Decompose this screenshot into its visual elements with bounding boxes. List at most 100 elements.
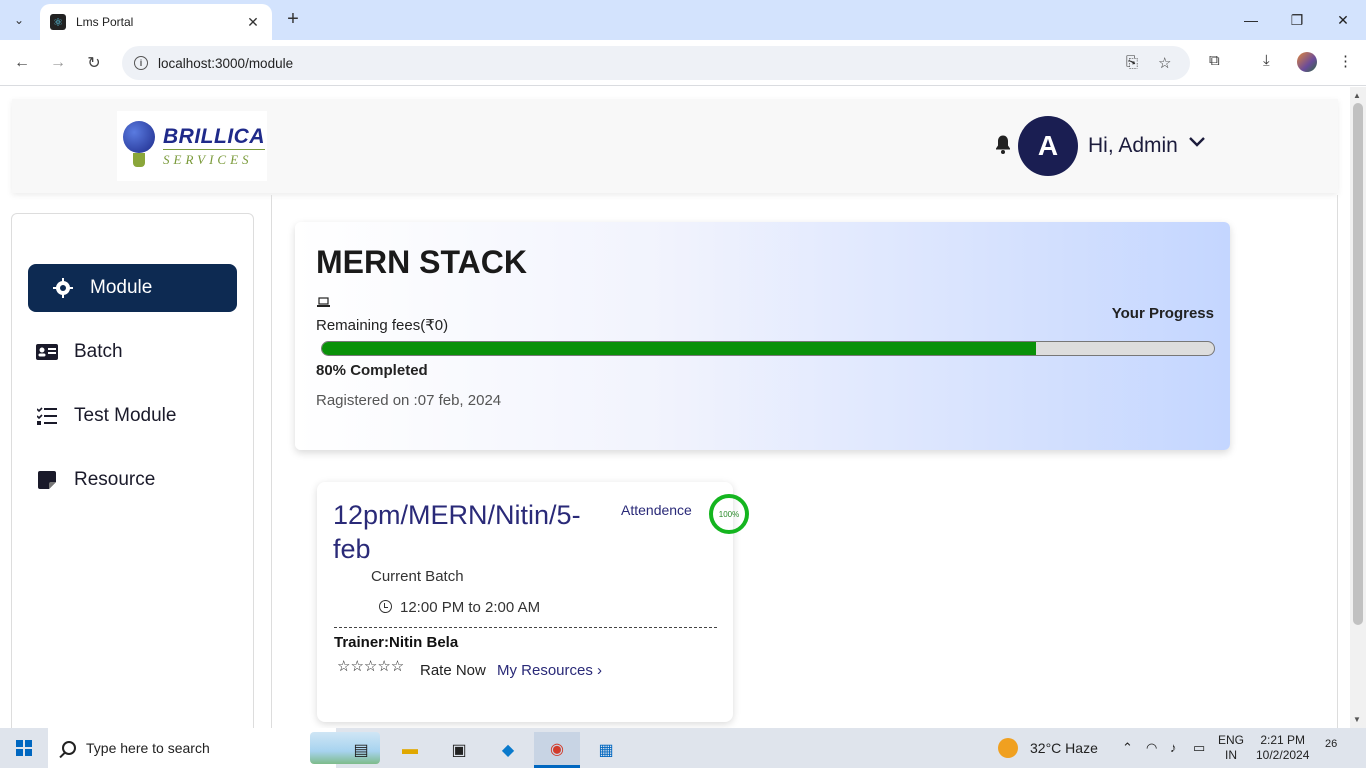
chevron-right-icon: › (597, 662, 603, 679)
site-info-icon[interactable]: i (134, 56, 148, 70)
checklist-icon (36, 405, 58, 427)
completed-percent: 80% Completed (316, 362, 428, 379)
tab-close-icon[interactable]: ✕ (244, 14, 262, 31)
dashed-divider (334, 627, 717, 628)
battery-icon[interactable]: ▭ (1193, 740, 1205, 756)
scroll-down-arrow-icon[interactable]: ▼ (1353, 715, 1361, 724)
app-header: BRILLICA SERVICES A Hi, Admin (12, 99, 1338, 193)
progress-label: Your Progress (1111, 305, 1214, 322)
note-icon (36, 469, 58, 491)
sidebar-item-module[interactable]: Module (28, 264, 237, 312)
taskbar-search[interactable]: Type here to search (48, 728, 380, 768)
logo-text-services: SERVICES (163, 148, 265, 168)
language-indicator[interactable]: ENG IN (1218, 733, 1244, 763)
clock-date: 10/2/2024 (1256, 748, 1310, 762)
clock-icon (379, 600, 392, 613)
search-icon (62, 741, 76, 755)
chevron-down-icon[interactable] (1188, 135, 1206, 153)
app-viewport: BRILLICA SERVICES A Hi, Admin Module Bat… (0, 87, 1350, 728)
notification-count: 26 (1325, 738, 1338, 750)
scrollbar-thumb[interactable] (1353, 103, 1363, 625)
sidebar-item-label: Batch (74, 341, 123, 362)
file-explorer-icon[interactable]: ▬ (387, 732, 433, 768)
browser-profile-avatar[interactable] (1297, 52, 1317, 72)
content-divider (1337, 195, 1338, 728)
my-resources-label: My Resources (497, 662, 593, 679)
sidebar-item-label: Resource (74, 469, 156, 490)
url-text: localhost:3000/module (158, 55, 294, 71)
notification-bell-icon[interactable] (994, 135, 1012, 160)
extensions-icon[interactable]: ⧉ (1209, 52, 1220, 69)
sidebar-item-label: Module (90, 277, 153, 298)
vscode-icon[interactable]: ◆ (485, 732, 531, 768)
gear-icon (52, 277, 74, 299)
task-view-icon[interactable]: ▤ (338, 732, 384, 768)
globe-bulb-icon (123, 121, 157, 171)
tab-title: Lms Portal (76, 15, 134, 29)
remaining-fees: Remaining fees(₹0) (316, 317, 449, 334)
browser-menu-icon[interactable]: ⋮ (1338, 52, 1353, 70)
attendance-label: Attendence (621, 502, 692, 518)
user-avatar[interactable]: A (1018, 116, 1078, 176)
batch-card[interactable]: 12pm/MERN/Nitin/5-feb Attendence 100% Cu… (317, 482, 749, 722)
language-code: ENG (1218, 733, 1245, 747)
microsoft-store-icon[interactable]: ▦ (583, 732, 629, 768)
scroll-up-arrow-icon[interactable]: ▲ (1353, 91, 1361, 100)
weather-icon[interactable] (998, 738, 1018, 758)
rate-now-link[interactable]: Rate Now (420, 662, 486, 679)
restore-button[interactable]: ❐ (1274, 0, 1320, 40)
batch-name: 12pm/MERN/Nitin/5-feb (333, 500, 581, 564)
sidebar-item-resource[interactable]: Resource (28, 456, 237, 504)
tab-search-dropdown-icon[interactable]: ⌄ (6, 8, 32, 32)
sidebar-item-batch[interactable]: Batch (28, 328, 237, 376)
clock-time: 2:21 PM (1260, 733, 1306, 747)
reload-button[interactable]: ↻ (81, 50, 107, 76)
trainer-name: Trainer:Nitin Bela (334, 634, 459, 651)
registered-date: Ragistered on :07 feb, 2024 (316, 392, 502, 409)
wifi-icon[interactable]: ◠ (1146, 740, 1157, 756)
browser-tab[interactable]: ⚛ Lms Portal ✕ (40, 4, 272, 40)
page-scrollbar[interactable]: ▲ ▼ (1350, 87, 1366, 728)
forward-button[interactable]: → (45, 50, 71, 76)
laptop-icon (317, 297, 330, 311)
logo-text-brillica: BRILLICA (163, 124, 265, 148)
my-resources-link[interactable]: My Resources › (497, 662, 602, 679)
taskbar-clock[interactable]: 2:21 PM 10/2/2024 (1256, 733, 1309, 763)
course-title: MERN STACK (316, 244, 527, 280)
downloads-icon[interactable]: ⤓ (1263, 52, 1270, 69)
attendance-ring: 100% (709, 494, 749, 534)
chrome-icon[interactable]: ◉ (534, 732, 580, 768)
notification-center[interactable]: 26 (1325, 738, 1347, 758)
sidebar-item-test-module[interactable]: Test Module (28, 392, 237, 440)
close-window-button[interactable]: ✕ (1320, 0, 1366, 40)
search-placeholder: Type here to search (86, 740, 210, 756)
bookmark-star-icon[interactable]: ☆ (1158, 54, 1171, 72)
react-favicon-icon: ⚛ (50, 14, 66, 30)
new-tab-button[interactable]: + (282, 8, 304, 32)
course-progress-card: MERN STACK Remaining fees(₹0) Your Progr… (295, 222, 1230, 450)
region-code: IN (1225, 748, 1237, 762)
address-bar[interactable]: i localhost:3000/module ⎘ ☆ (122, 46, 1190, 80)
sidebar-item-label: Test Module (74, 405, 177, 426)
progress-bar-fill (322, 342, 1036, 355)
back-button[interactable]: ← (9, 50, 35, 76)
content-divider (271, 195, 272, 728)
volume-icon[interactable]: ♪ (1170, 740, 1177, 755)
minimize-button[interactable]: — (1228, 0, 1274, 40)
terminal-icon[interactable]: ▣ (436, 732, 482, 768)
weather-text[interactable]: 32°C Haze (1030, 740, 1098, 756)
sidebar: Module Batch Test Module Resource (11, 213, 254, 728)
install-app-icon[interactable]: ⎘ (1126, 54, 1138, 71)
chevron-up-icon[interactable]: ⌃ (1122, 740, 1133, 756)
id-card-icon (36, 341, 58, 363)
browser-tab-bar: ⌄ ⚛ Lms Portal ✕ + — ❐ ✕ (0, 0, 1366, 40)
user-greeting[interactable]: Hi, Admin (1088, 134, 1178, 158)
batch-status: Current Batch (371, 568, 464, 585)
windows-taskbar: Type here to search ▤ ▬ ▣ ◆ ◉ ▦ 32°C Haz… (0, 728, 1366, 768)
progress-bar (321, 341, 1215, 356)
browser-toolbar: ← → ↻ i localhost:3000/module ⎘ ☆ ⧉ ⤓ ⋮ (0, 40, 1366, 86)
rating-stars[interactable]: ☆☆☆☆☆ (337, 657, 404, 675)
windows-start-icon[interactable] (16, 740, 32, 756)
batch-time: 12:00 PM to 2:00 AM (400, 599, 541, 616)
brillica-logo[interactable]: BRILLICA SERVICES (117, 111, 267, 181)
